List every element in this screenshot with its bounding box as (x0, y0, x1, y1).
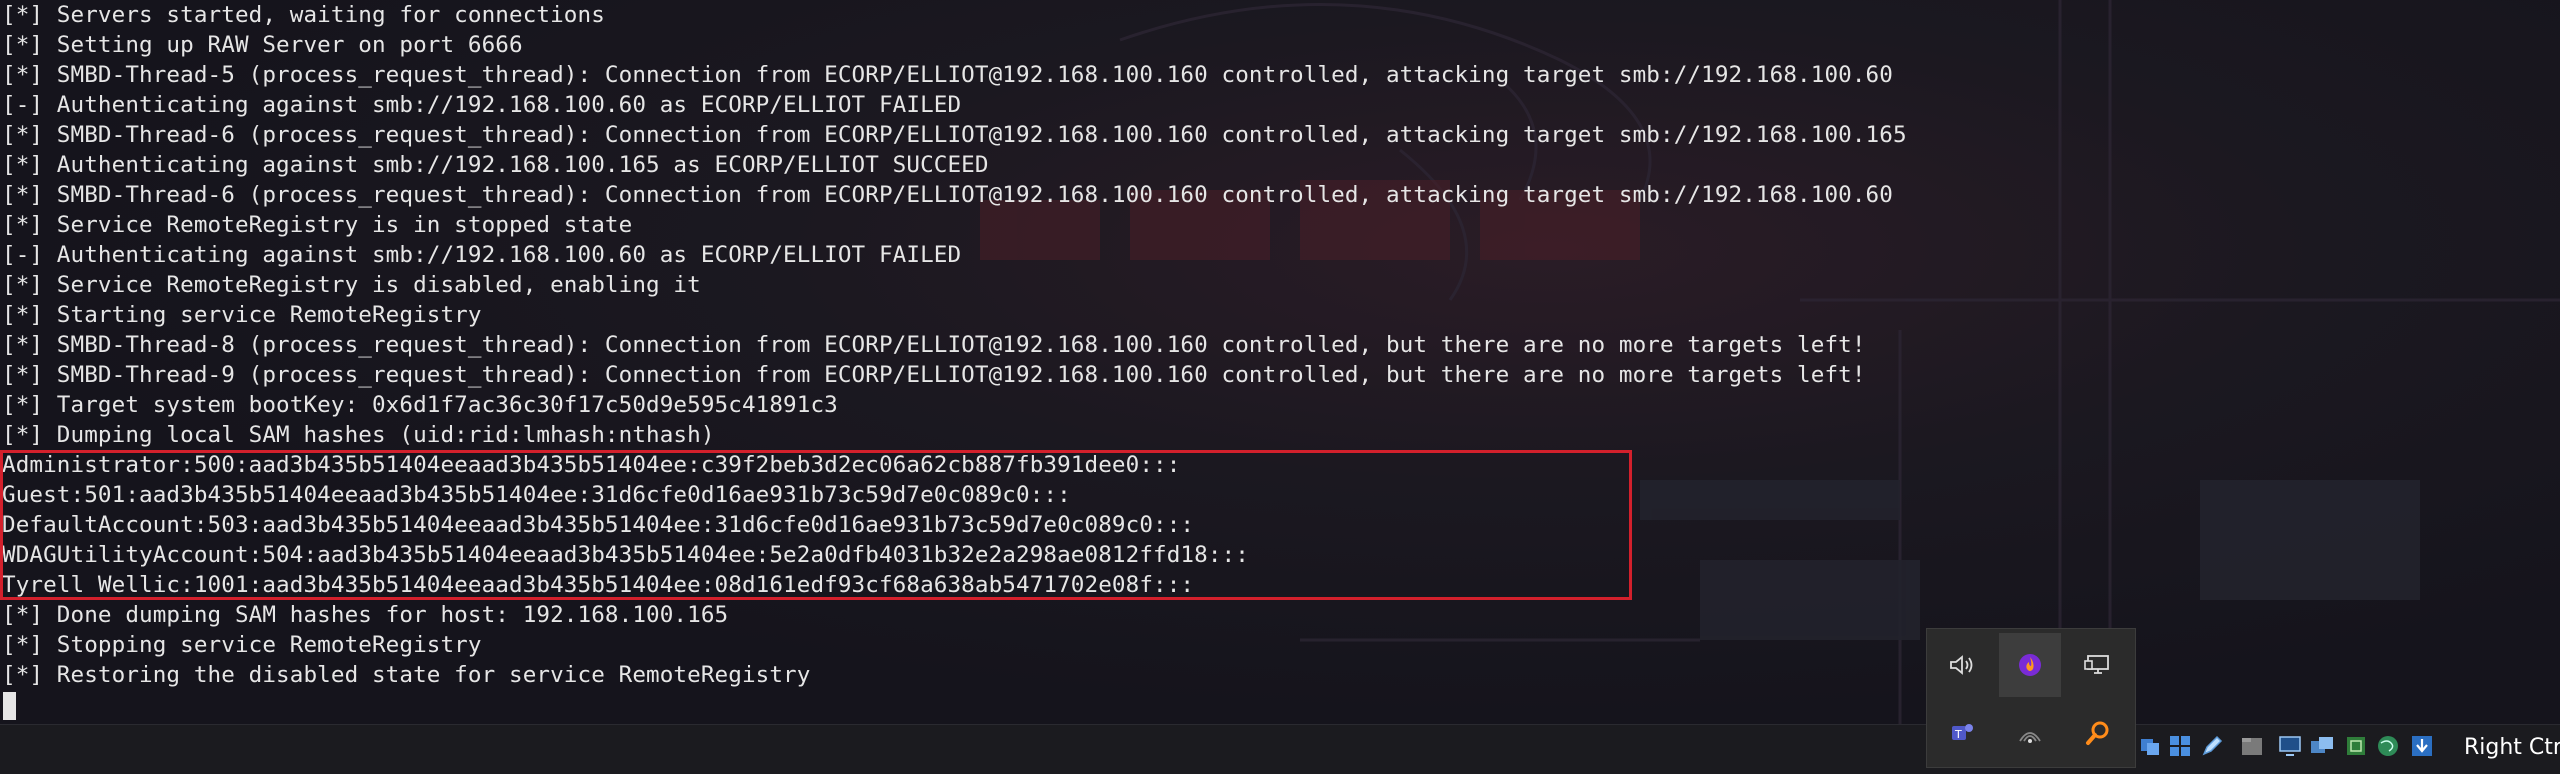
pen-icon[interactable] (2198, 731, 2226, 761)
search-magnifier-icon[interactable] (2067, 701, 2129, 765)
terminal-cursor (3, 692, 16, 720)
output-line: [*] Restoring the disabled state for ser… (2, 662, 811, 688)
output-line: [*] Authenticating against smb://192.168… (2, 152, 989, 178)
windows-icon[interactable] (2166, 731, 2194, 761)
usb-icon[interactable] (2342, 731, 2370, 761)
output-line: [*] SMBD-Thread-6 (process_request_threa… (2, 122, 1907, 148)
terminal-window[interactable]: [*] Servers started, waiting for connect… (0, 0, 2560, 724)
output-line: [*] Done dumping SAM hashes for host: 19… (2, 602, 729, 628)
display-icon[interactable] (2276, 731, 2304, 761)
teams-icon[interactable]: T (1931, 701, 1993, 765)
output-line: [*] Servers started, waiting for connect… (2, 2, 605, 28)
folder-icon[interactable] (2238, 731, 2266, 761)
wifi-icon[interactable] (1999, 701, 2061, 765)
output-line: [*] Stopping service RemoteRegistry (2, 632, 482, 658)
output-line: [*] Target system bootKey: 0x6d1f7ac36c3… (2, 392, 838, 418)
virtualbox-network-icon[interactable] (2136, 731, 2164, 761)
output-line: [*] SMBD-Thread-6 (process_request_threa… (2, 182, 1893, 208)
shared-folders-icon[interactable] (2308, 731, 2336, 761)
speaker-icon[interactable] (1931, 633, 1993, 697)
output-line: [*] Starting service RemoteRegistry (2, 302, 482, 328)
output-line: [*] Service RemoteRegistry is disabled, … (2, 272, 701, 298)
download-arrow-icon[interactable] (2408, 731, 2436, 761)
output-line: [*] Service RemoteRegistry is in stopped… (2, 212, 633, 238)
tray-overflow-popup: T (1926, 628, 2136, 768)
output-line: [*] SMBD-Thread-8 (process_request_threa… (2, 332, 1866, 358)
svg-text:T: T (1954, 728, 1962, 741)
fire-app-icon[interactable] (1999, 633, 2061, 697)
host-key-label: Right Ctrl (2464, 735, 2560, 760)
output-line: [*] SMBD-Thread-9 (process_request_threa… (2, 362, 1866, 388)
network-display-icon[interactable] (2067, 633, 2129, 697)
sam-hashes-highlight-box (0, 450, 1632, 600)
output-line: [*] Dumping local SAM hashes (uid:rid:lm… (2, 422, 715, 448)
globe-icon[interactable] (2374, 731, 2402, 761)
output-line: [*] Setting up RAW Server on port 6666 (2, 32, 523, 58)
output-line: [-] Authenticating against smb://192.168… (2, 242, 962, 268)
output-line: [*] SMBD-Thread-5 (process_request_threa… (2, 62, 1893, 88)
output-line: [-] Authenticating against smb://192.168… (2, 92, 962, 118)
